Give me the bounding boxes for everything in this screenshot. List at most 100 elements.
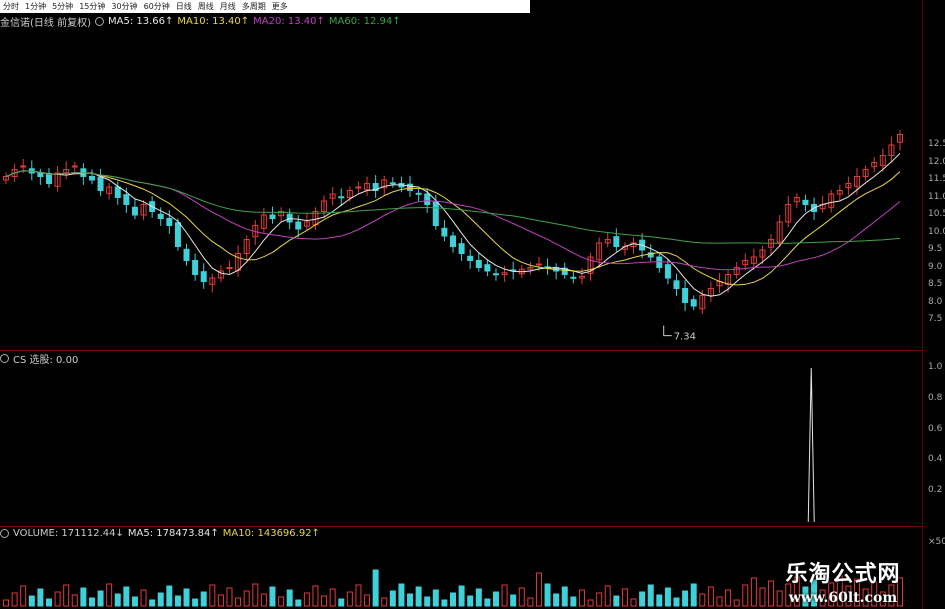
candle-body — [174, 222, 181, 247]
candle-body — [131, 206, 138, 216]
volume-bar — [364, 594, 371, 607]
volume-bar — [381, 597, 388, 607]
candle-body — [97, 176, 104, 191]
volume-bar — [303, 592, 310, 607]
volume-bar — [149, 599, 156, 607]
candle-body — [664, 264, 671, 279]
volume-bar — [673, 597, 680, 607]
price-tick: 8.0 — [928, 296, 943, 307]
volume-bar — [183, 588, 190, 607]
candle-body — [226, 267, 233, 269]
volume-bar — [415, 586, 422, 607]
price-tick: 11.5 — [928, 174, 945, 184]
volume-bar — [544, 583, 551, 607]
volume-bar — [209, 584, 216, 607]
candle-body — [192, 260, 199, 275]
volume-bar — [407, 593, 414, 607]
price-tick: 12.5 — [928, 139, 945, 149]
price-tick: 7.5 — [928, 314, 943, 324]
volume-bar — [217, 594, 224, 607]
volume-bar — [750, 577, 757, 607]
volume-bar — [140, 589, 147, 607]
candle-body — [295, 221, 302, 230]
cs-tick: 0.6 — [928, 423, 943, 434]
price-tick: 10.0 — [928, 226, 945, 237]
volume-bar — [682, 590, 689, 607]
candle-body — [200, 271, 207, 283]
volume-bar — [252, 583, 259, 607]
volume-bar — [630, 598, 637, 607]
candle-body — [450, 235, 456, 247]
volume-bar — [527, 597, 534, 607]
candle-body — [355, 186, 362, 189]
volume-tick: ×50 — [928, 537, 945, 547]
candle-body — [415, 192, 422, 195]
watermark: 乐淘公式网 www.60lt.com — [768, 556, 918, 606]
candle-body — [157, 213, 164, 220]
volume-bar — [106, 583, 113, 607]
volume-bar — [295, 599, 302, 607]
price-tick: 11.0 — [928, 191, 945, 202]
candle-body — [166, 218, 173, 226]
candle-body — [389, 182, 396, 185]
candle-body — [484, 264, 491, 272]
volume-bar — [690, 583, 697, 607]
candle-body — [424, 193, 431, 205]
volume-bar — [613, 595, 620, 607]
volume-bar — [458, 585, 465, 607]
candle-body — [492, 273, 499, 276]
volume-bar — [716, 596, 723, 607]
volume-bar — [725, 589, 732, 607]
candle-body — [88, 176, 95, 181]
price-tick: 9.0 — [928, 261, 943, 272]
volume-bar — [492, 591, 499, 607]
cs-tick: 0.4 — [928, 454, 943, 465]
volume-bar — [54, 591, 61, 607]
volume-bar — [28, 595, 35, 607]
volume-bar — [501, 584, 508, 607]
volume-bar — [278, 596, 285, 607]
volume-bar — [570, 596, 577, 607]
volume-bar — [269, 586, 276, 607]
cs-tick: 0.2 — [928, 485, 943, 496]
price-tick: 9.5 — [928, 244, 943, 254]
volume-bar — [639, 591, 646, 607]
axis-border — [922, 0, 923, 609]
volume-bar — [71, 594, 78, 607]
volume-bar — [432, 589, 439, 607]
candle-body — [802, 199, 809, 206]
price-tick: 12.0 — [928, 156, 945, 167]
volume-bar — [647, 584, 654, 607]
volume-bar — [467, 595, 474, 607]
volume-bar — [621, 588, 628, 607]
volume-bar — [226, 587, 233, 607]
stock-chart[interactable]: 7.34 — [0, 0, 922, 609]
watermark-url: www.60lt.com — [788, 590, 898, 606]
candle-body — [432, 201, 439, 226]
candle-body — [123, 194, 130, 205]
ma5-line — [5, 153, 901, 297]
candle-body — [673, 280, 680, 289]
low-marker-label: 7.34 — [674, 332, 696, 343]
volume-bar — [372, 569, 379, 607]
watermark-title: 乐淘公式网 — [785, 561, 901, 587]
volume-bar — [475, 588, 482, 607]
volume-bar — [450, 592, 456, 607]
ma10-line — [5, 170, 901, 286]
candle-body — [613, 236, 620, 247]
low-marker-arrow — [663, 325, 672, 337]
candle-body — [45, 173, 52, 184]
candle-body — [114, 186, 121, 198]
volume-bar — [355, 584, 362, 607]
volume-bar — [80, 587, 87, 607]
volume-bar — [131, 596, 138, 607]
volume-bar — [123, 586, 130, 607]
candle-body — [338, 196, 345, 199]
candle-body — [467, 255, 474, 261]
volume-bar — [424, 596, 431, 607]
volume-bar — [11, 592, 18, 607]
volume-bar — [664, 587, 671, 607]
candle-body — [682, 288, 689, 303]
volume-bar — [733, 599, 740, 607]
volume-bar — [510, 594, 517, 607]
